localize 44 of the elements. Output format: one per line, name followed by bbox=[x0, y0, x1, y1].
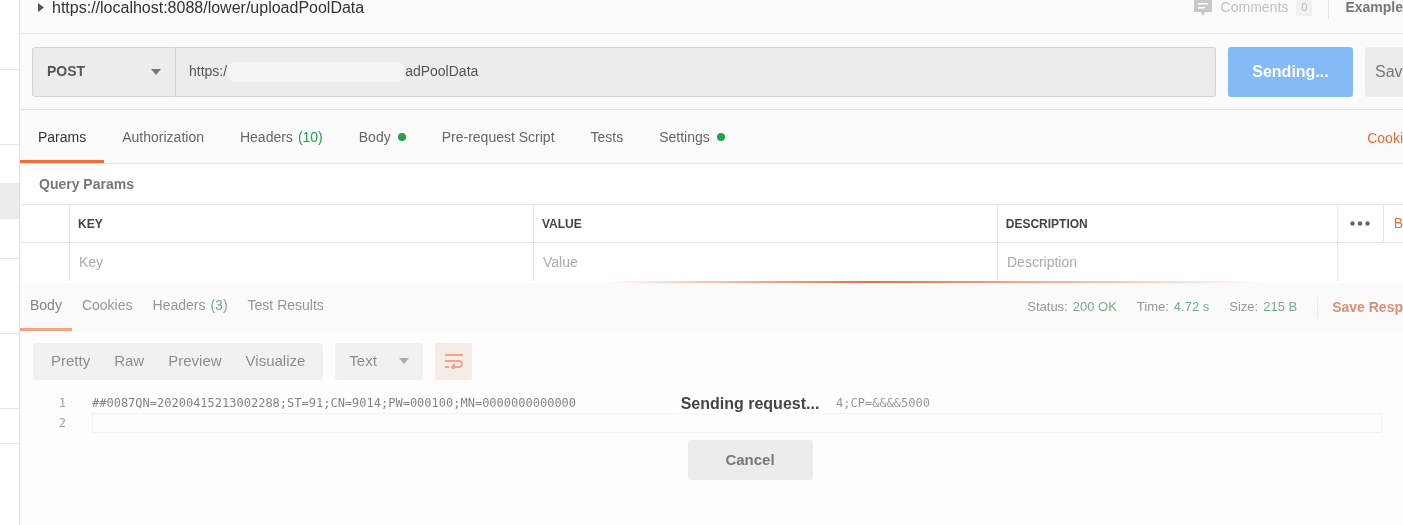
format-button[interactable]: Preview bbox=[156, 342, 234, 380]
request-tab[interactable]: Headers (10) bbox=[221, 114, 341, 163]
stat-value: 215 B bbox=[1263, 298, 1298, 317]
wrap-icon bbox=[443, 353, 464, 369]
line-number: 1 bbox=[57, 395, 67, 412]
stat-label: Size: bbox=[1229, 298, 1259, 317]
request-tab[interactable]: Settings bbox=[641, 114, 743, 163]
cookies-link[interactable]: Cooki bbox=[1367, 128, 1403, 149]
method-select[interactable]: POST bbox=[32, 46, 176, 97]
response-tab[interactable]: Body bbox=[20, 283, 72, 331]
stat-label: Time: bbox=[1136, 298, 1169, 317]
more-icon[interactable] bbox=[1350, 221, 1371, 226]
stat-value: 200 OK bbox=[1072, 298, 1117, 317]
request-title: https://localhost:8088/lower/uploadPoolData bbox=[52, 0, 365, 18]
bulk-edit-link[interactable]: B bbox=[1393, 213, 1403, 234]
language-select[interactable]: Text bbox=[335, 342, 424, 380]
examples-label[interactable]: Example bbox=[1345, 0, 1403, 18]
send-button[interactable]: Sending... bbox=[1228, 46, 1353, 97]
section-title: Query Params bbox=[39, 174, 134, 194]
column-header: DESCRIPTION bbox=[997, 205, 1338, 242]
response-tab[interactable]: Headers (3) bbox=[142, 283, 238, 331]
cancel-button[interactable]: Cancel bbox=[687, 440, 813, 480]
save-response-link[interactable]: Save Resp bbox=[1317, 296, 1403, 318]
response-tab[interactable]: Test Results bbox=[237, 283, 334, 331]
column-header: VALUE bbox=[533, 205, 998, 242]
request-tab[interactable]: Tests bbox=[572, 114, 642, 163]
request-tab[interactable]: Authorization bbox=[104, 114, 222, 163]
column-header: KEY bbox=[70, 205, 534, 242]
expand-icon[interactable] bbox=[38, 3, 44, 12]
request-tab[interactable]: Pre-request Script bbox=[423, 114, 573, 163]
caret-icon bbox=[399, 358, 410, 364]
save-button[interactable]: Sav bbox=[1365, 46, 1403, 97]
format-button[interactable]: Raw bbox=[102, 342, 157, 380]
caret-icon bbox=[151, 68, 161, 75]
request-tab[interactable]: Body bbox=[340, 114, 424, 163]
url-field[interactable]: https:/ adPoolData bbox=[176, 46, 1216, 97]
code-text: ##0087QN=20200415213002288;ST=91;CN=9014;PW=000100;MN=0000000000000 bbox=[92, 395, 577, 412]
response-tab[interactable]: Cookies bbox=[71, 283, 143, 331]
format-button[interactable]: Pretty bbox=[39, 342, 103, 380]
stat-value: 4.72 s bbox=[1173, 298, 1210, 317]
format-button[interactable]: Visualize bbox=[233, 342, 318, 380]
code-text: 4;CP=&&&&5000 bbox=[836, 395, 930, 412]
line-number: 2 bbox=[57, 415, 67, 432]
stat-label: Status: bbox=[1027, 298, 1068, 317]
